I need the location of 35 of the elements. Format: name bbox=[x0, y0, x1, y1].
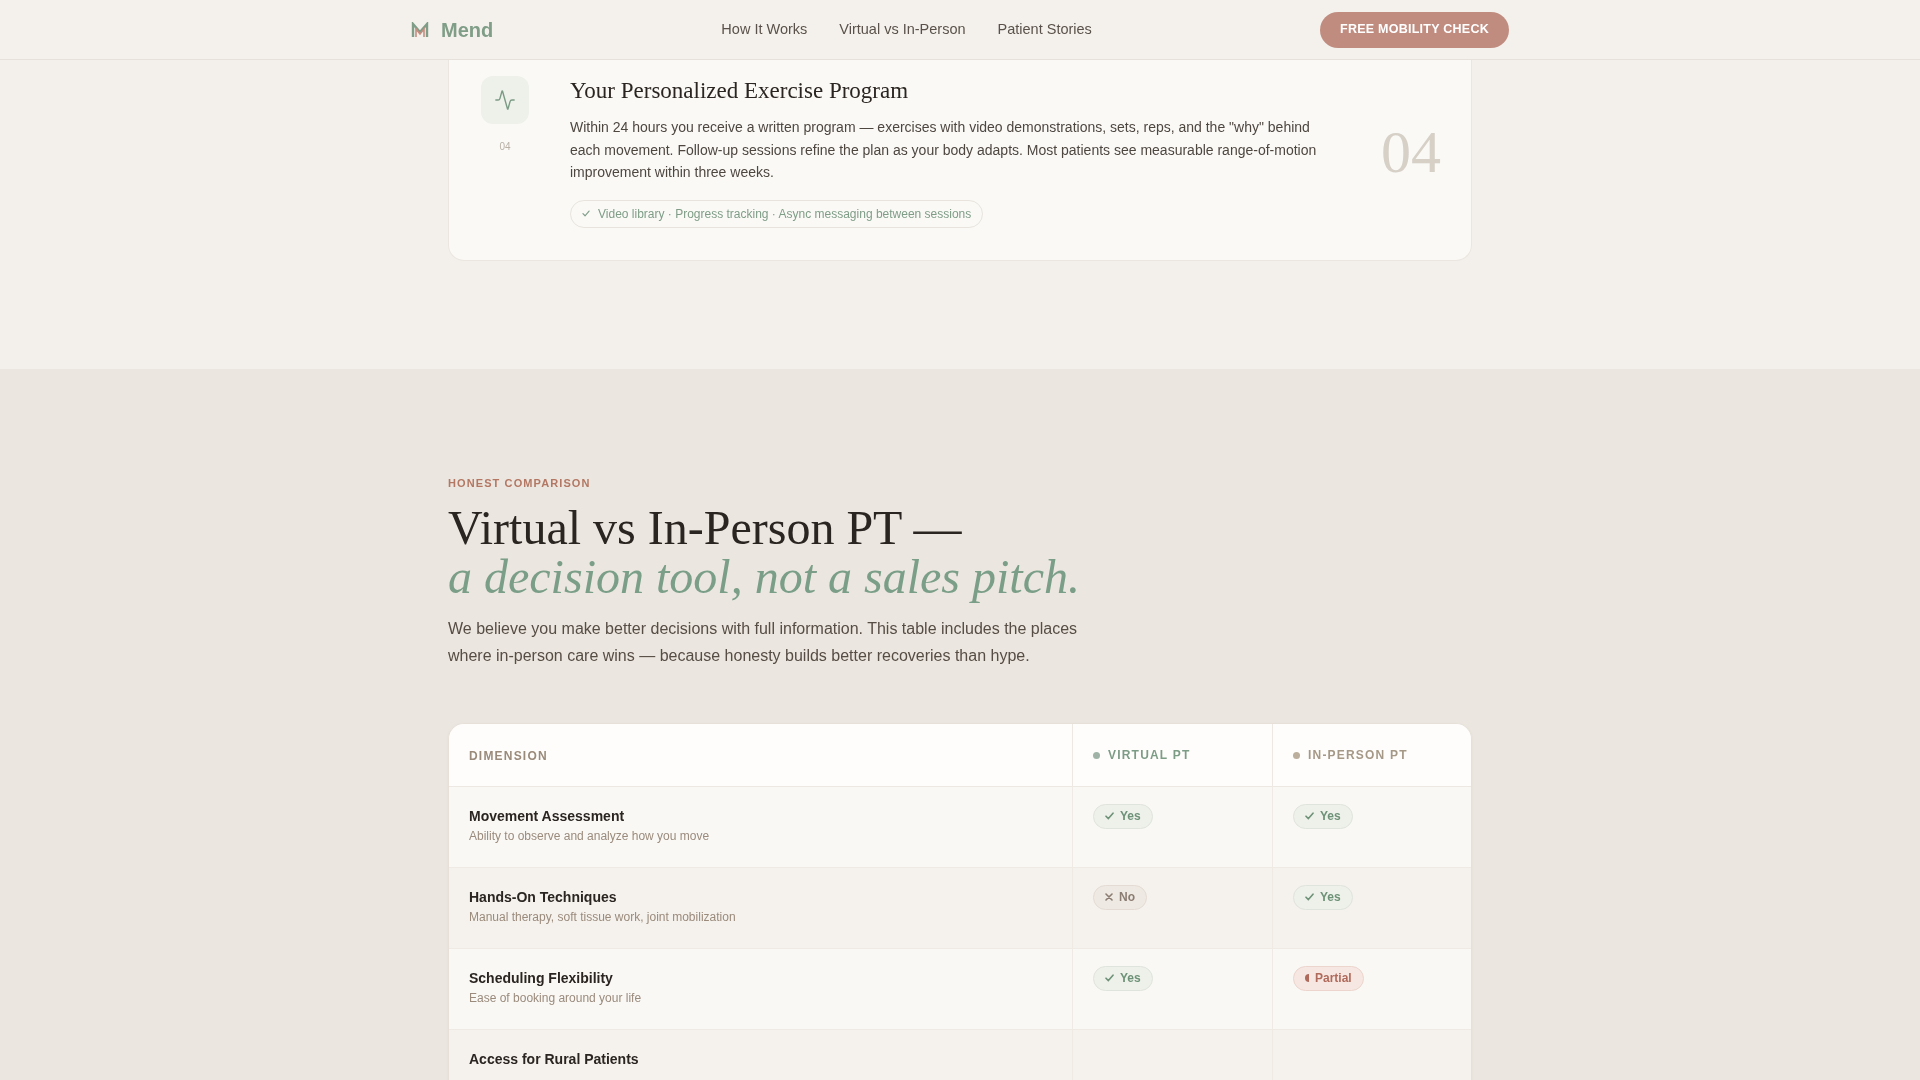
nav-link[interactable]: Patient Stories bbox=[997, 18, 1092, 41]
cross-icon bbox=[1105, 893, 1113, 901]
section-heading-emphasis: a decision tool, not a sales pitch. bbox=[448, 552, 1081, 601]
check-icon bbox=[1105, 974, 1114, 982]
status-badge: No bbox=[1093, 884, 1147, 910]
nav-link[interactable]: Virtual vs In-Person bbox=[839, 18, 966, 41]
status-badge: Yes bbox=[1293, 803, 1353, 829]
row-title: Movement Assessment bbox=[469, 807, 625, 825]
step-number: 04 bbox=[499, 140, 511, 154]
section-eyebrow: HONEST COMPARISON bbox=[448, 475, 592, 491]
check-icon bbox=[1305, 893, 1314, 901]
nav-link[interactable]: How It Works bbox=[721, 18, 808, 41]
feature-list: Video library · Progress tracking · Async messaging between sessions bbox=[598, 204, 972, 223]
status-badge: Yes bbox=[1093, 965, 1153, 991]
pulse-icon bbox=[481, 76, 529, 124]
section-heading: Virtual vs In-Person PT — bbox=[448, 503, 963, 552]
status-badge: Yes bbox=[1293, 884, 1353, 910]
step-description: Within 24 hours you receive a written program — exercises with video demonstrations, sets, reps, and the "why" behind each movement. Follow-up sessions refine the plan as your body adapts. Most patients see measurable range-of-motion improvement within three weeks. bbox=[570, 118, 1318, 182]
check-icon bbox=[1305, 812, 1314, 820]
row-subtitle: Manual therapy, soft tissue work, joint mobilization bbox=[469, 909, 736, 925]
status-badge: Partial bbox=[1293, 965, 1364, 991]
column-header: IN-PERSON PT bbox=[1308, 747, 1408, 764]
column-header: VIRTUAL PT bbox=[1108, 747, 1191, 764]
row-title: Hands-On Techniques bbox=[469, 888, 617, 906]
column-header: DIMENSION bbox=[469, 748, 548, 765]
logo-icon bbox=[411, 21, 429, 38]
step-title: Your Personalized Exercise Program bbox=[570, 77, 909, 105]
row-subtitle: Ease of booking around your life bbox=[469, 990, 642, 1006]
check-icon bbox=[1105, 812, 1114, 820]
check-icon bbox=[582, 210, 590, 217]
row-title: Access for Rural Patients bbox=[469, 1050, 639, 1068]
status-badge: Yes bbox=[1093, 803, 1153, 829]
row-subtitle: Ability to observe and analyze how you move bbox=[469, 828, 710, 844]
section-intro: We believe you make better decisions with full information. This table includes the places where in-person care wins — because honesty builds better recoveries than hype. bbox=[448, 619, 1079, 666]
row-title: Scheduling Flexibility bbox=[469, 969, 613, 987]
